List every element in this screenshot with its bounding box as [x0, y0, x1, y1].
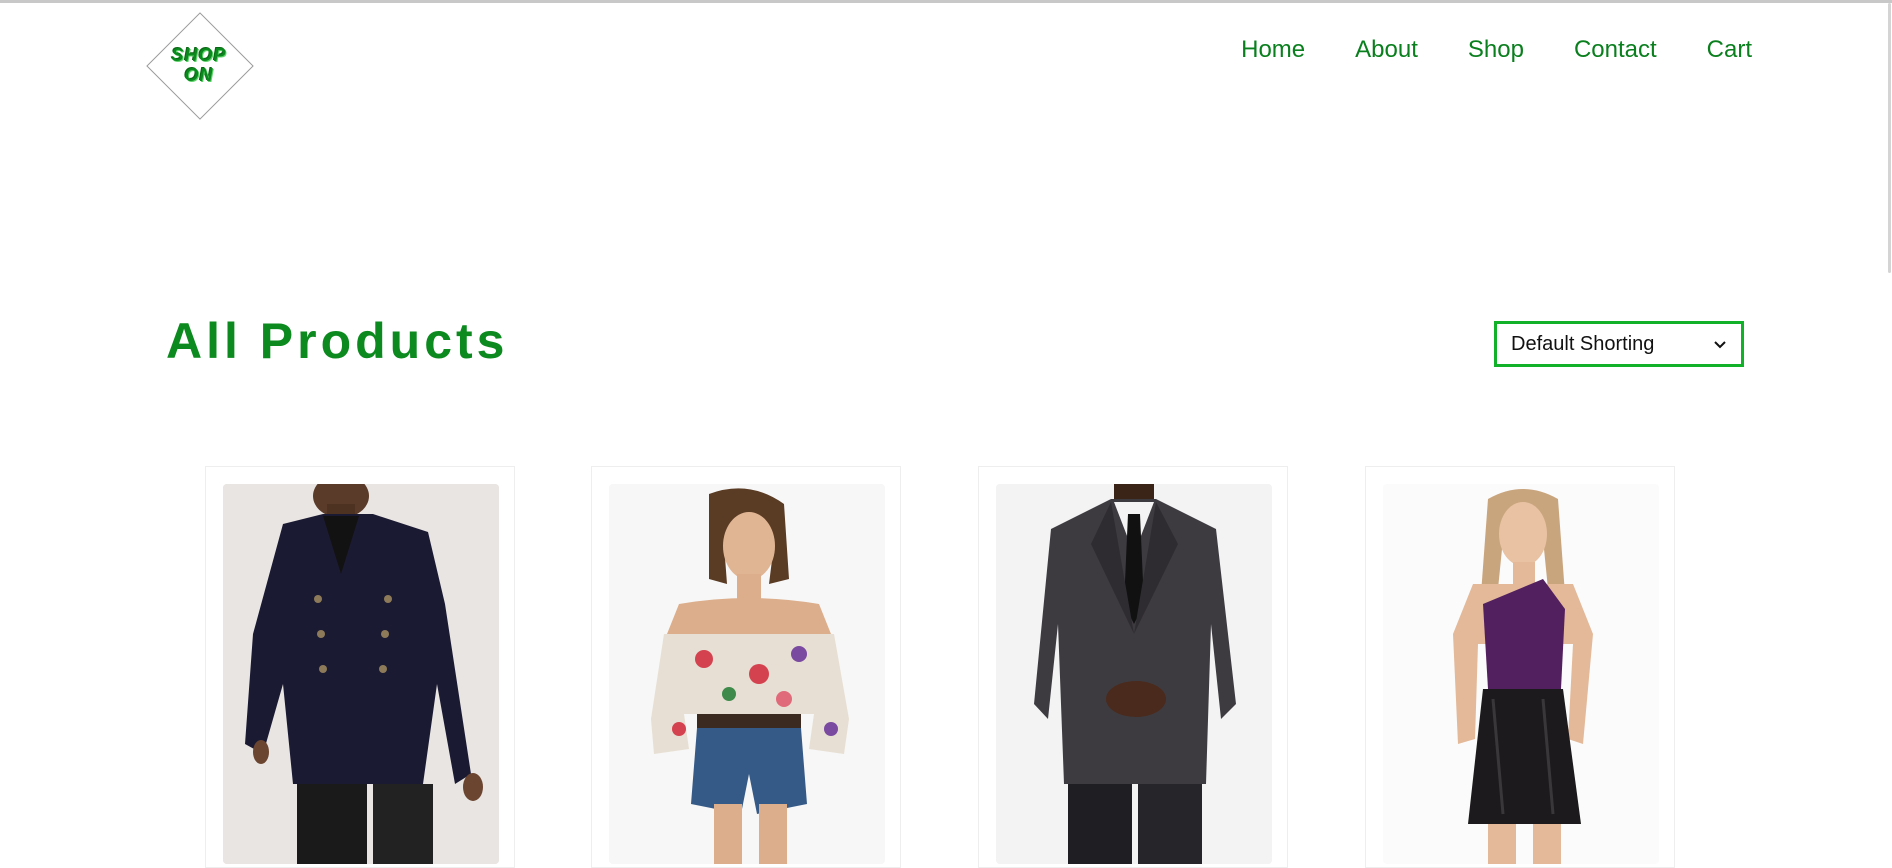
nav-cart[interactable]: Cart	[1707, 36, 1752, 64]
brand-logo[interactable]: SHOP ON	[145, 11, 254, 120]
product-image[interactable]	[223, 484, 499, 864]
sort-select-value: Default Shorting	[1511, 332, 1655, 355]
product-image[interactable]	[1383, 484, 1659, 864]
browser-top-edge	[0, 0, 1892, 3]
sort-select[interactable]: Default Shorting	[1494, 321, 1744, 367]
logo-text-line2: ON	[184, 65, 214, 85]
nav-about[interactable]: About	[1355, 36, 1418, 64]
product-card[interactable]	[978, 466, 1288, 868]
page-scrollbar-thumb[interactable]	[1888, 3, 1891, 273]
page-title: All Products	[166, 313, 509, 369]
nav-home[interactable]: Home	[1241, 36, 1305, 64]
product-image[interactable]	[996, 484, 1272, 864]
logo-text: SHOP ON	[145, 45, 253, 85]
nav-contact[interactable]: Contact	[1574, 36, 1657, 64]
chevron-down-icon	[1713, 335, 1727, 354]
nav-shop[interactable]: Shop	[1468, 36, 1524, 64]
main-nav: Home About Shop Contact Cart	[1191, 36, 1752, 64]
product-card[interactable]	[591, 466, 901, 868]
product-card[interactable]	[205, 466, 515, 868]
product-image[interactable]	[609, 484, 885, 864]
logo-text-line1: SHOP	[171, 45, 227, 65]
product-card[interactable]	[1365, 466, 1675, 868]
